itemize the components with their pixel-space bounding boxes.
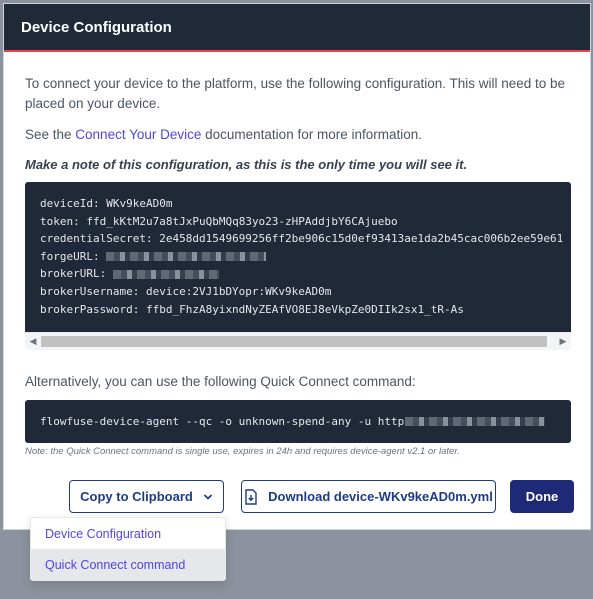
config-line-token: token: ffd_kKtM2u7a8tJxPuQbMQq83yo23-zHP… xyxy=(40,214,398,228)
scroll-left-arrow-icon[interactable]: ◀ xyxy=(25,333,41,350)
quick-connect-note: Note: the Quick Connect command is singl… xyxy=(25,446,460,457)
configuration-code-block[interactable]: deviceId: WKv9keAD0m token: ffd_kKtM2u7a… xyxy=(25,182,571,332)
dialog-title: Device Configuration xyxy=(21,18,172,36)
config-line-broker-password: brokerPassword: ffbd_FhzA8yixndNyZEAfVO8… xyxy=(40,302,464,316)
done-button[interactable]: Done xyxy=(510,480,574,513)
configuration-code-container: deviceId: WKv9keAD0m token: ffd_kKtM2u7a… xyxy=(25,182,571,350)
connect-your-device-link[interactable]: Connect Your Device xyxy=(75,127,201,142)
download-file-icon xyxy=(245,488,257,505)
copy-options-dropdown: Device Configuration Quick Connect comma… xyxy=(30,517,226,581)
dialog-header: Device Configuration xyxy=(4,4,590,52)
download-config-button[interactable]: Download device-WKv9keAD0m.yml xyxy=(241,480,496,513)
copy-button-label: Copy to Clipboard xyxy=(80,489,193,504)
dialog-body: To connect your device to the platform, … xyxy=(4,74,590,457)
config-line-credential-secret: credentialSecret: 2e458dd1549699256ff2be… xyxy=(40,232,564,246)
redacted-value xyxy=(405,417,546,426)
config-line-broker-url: brokerURL: xyxy=(40,265,571,283)
config-line-broker-username: brokerUsername: device:2VJ1bDYopr:WKv9ke… xyxy=(40,284,332,298)
dropdown-item-quick-connect-command[interactable]: Quick Connect command xyxy=(31,549,225,580)
device-configuration-dialog: Device Configuration To connect your dev… xyxy=(3,3,591,530)
quick-connect-command: flowfuse-device-agent --qc -o unknown-sp… xyxy=(40,415,405,428)
intro-text: To connect your device to the platform, … xyxy=(25,76,566,111)
chevron-down-icon xyxy=(203,493,212,500)
scroll-right-arrow-icon[interactable]: ▶ xyxy=(555,333,571,350)
warning-text: Make a note of this configuration, as th… xyxy=(25,157,468,172)
config-line-forge-url: forgeURL: xyxy=(40,248,571,266)
documentation-suffix: documentation for more information. xyxy=(201,127,422,142)
dropdown-item-device-configuration[interactable]: Device Configuration xyxy=(31,518,225,549)
done-button-label: Done xyxy=(525,489,559,504)
redacted-value xyxy=(106,252,267,262)
documentation-text: See the Connect Your Device documentatio… xyxy=(25,125,590,145)
redacted-value xyxy=(112,269,219,279)
quick-connect-command-block[interactable]: flowfuse-device-agent --qc -o unknown-sp… xyxy=(25,400,571,443)
documentation-prefix: See the xyxy=(25,127,76,142)
copy-to-clipboard-button[interactable]: Copy to Clipboard xyxy=(69,480,224,513)
quick-connect-intro: Alternatively, you can use the following… xyxy=(25,374,416,389)
scrollbar-thumb[interactable] xyxy=(41,336,547,347)
dialog-actions: Copy to Clipboard Download device-WKv9ke… xyxy=(4,480,590,514)
horizontal-scrollbar[interactable]: ◀ ▶ xyxy=(25,332,571,350)
download-button-label: Download device-WKv9keAD0m.yml xyxy=(268,489,493,504)
config-line-device-id: deviceId: WKv9keAD0m xyxy=(40,197,173,210)
